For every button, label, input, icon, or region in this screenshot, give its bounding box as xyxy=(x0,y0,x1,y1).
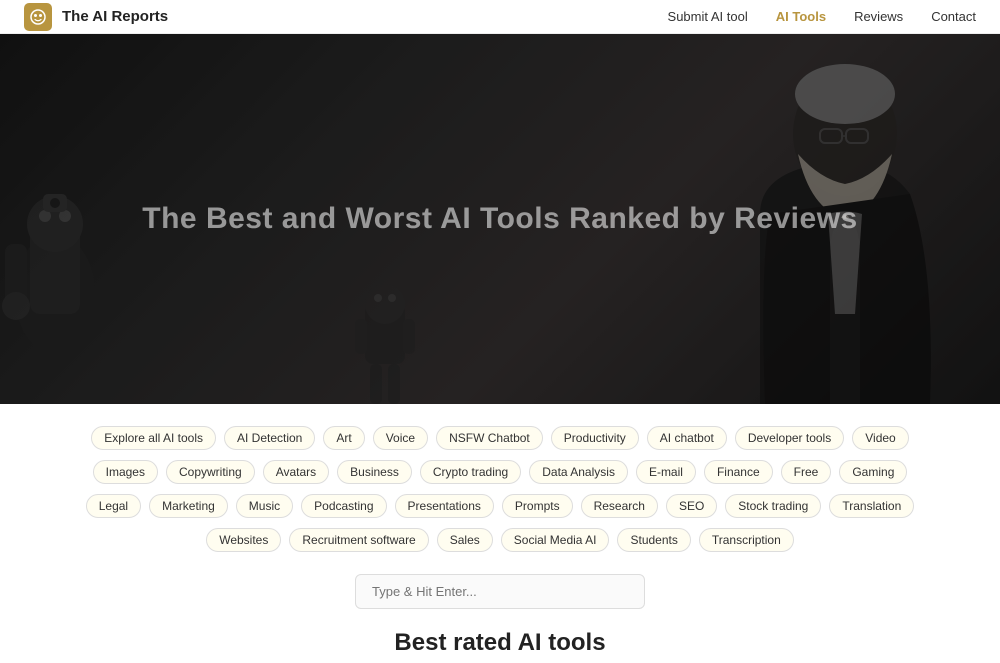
header: The AI Reports Submit AI tool AI Tools R… xyxy=(0,0,1000,34)
search-input[interactable] xyxy=(355,574,645,609)
logo-icon xyxy=(24,3,52,31)
tag-sales[interactable]: Sales xyxy=(437,528,493,552)
nav-ai-tools[interactable]: AI Tools xyxy=(776,9,826,24)
tag-email[interactable]: E-mail xyxy=(636,460,696,484)
tag-free[interactable]: Free xyxy=(781,460,832,484)
logo-text: The AI Reports xyxy=(62,8,168,25)
hero-title: The Best and Worst AI Tools Ranked by Re… xyxy=(142,202,857,236)
tag-translation[interactable]: Translation xyxy=(829,494,914,518)
tag-social-media-ai[interactable]: Social Media AI xyxy=(501,528,610,552)
tags-section: Explore all AI tools AI Detection Art Vo… xyxy=(0,404,1000,562)
tag-explore-all[interactable]: Explore all AI tools xyxy=(91,426,216,450)
tag-finance[interactable]: Finance xyxy=(704,460,773,484)
best-rated-title: Best rated AI tools xyxy=(0,629,1000,657)
best-rated-section: Best rated AI tools xyxy=(0,619,1000,663)
tags-row-1: Explore all AI tools AI Detection Art Vo… xyxy=(91,426,908,450)
tag-stock-trading[interactable]: Stock trading xyxy=(725,494,821,518)
tag-crypto-trading[interactable]: Crypto trading xyxy=(420,460,521,484)
tags-row-2: Images Copywriting Avatars Business Cryp… xyxy=(93,460,908,484)
tag-research[interactable]: Research xyxy=(581,494,658,518)
nav-contact[interactable]: Contact xyxy=(931,9,976,24)
tag-presentations[interactable]: Presentations xyxy=(395,494,494,518)
tag-ai-chatbot[interactable]: AI chatbot xyxy=(647,426,727,450)
tag-data-analysis[interactable]: Data Analysis xyxy=(529,460,628,484)
tags-row-4: Websites Recruitment software Sales Soci… xyxy=(206,528,794,552)
tag-gaming[interactable]: Gaming xyxy=(839,460,907,484)
nav-submit-ai-tool[interactable]: Submit AI tool xyxy=(668,9,748,24)
search-section xyxy=(0,562,1000,619)
tag-transcription[interactable]: Transcription xyxy=(699,528,794,552)
hero-section: The Best and Worst AI Tools Ranked by Re… xyxy=(0,34,1000,404)
tag-marketing[interactable]: Marketing xyxy=(149,494,228,518)
tag-prompts[interactable]: Prompts xyxy=(502,494,573,518)
tag-developer-tools[interactable]: Developer tools xyxy=(735,426,844,450)
tag-nsfw-chatbot[interactable]: NSFW Chatbot xyxy=(436,426,543,450)
tags-row-3: Legal Marketing Music Podcasting Present… xyxy=(86,494,915,518)
tag-video[interactable]: Video xyxy=(852,426,908,450)
tag-podcasting[interactable]: Podcasting xyxy=(301,494,386,518)
tag-music[interactable]: Music xyxy=(236,494,293,518)
main-nav: Submit AI tool AI Tools Reviews Contact xyxy=(668,9,976,24)
tag-images[interactable]: Images xyxy=(93,460,158,484)
tag-art[interactable]: Art xyxy=(323,426,364,450)
logo[interactable]: The AI Reports xyxy=(24,3,168,31)
tag-avatars[interactable]: Avatars xyxy=(263,460,329,484)
tag-copywriting[interactable]: Copywriting xyxy=(166,460,255,484)
tag-business[interactable]: Business xyxy=(337,460,412,484)
tag-seo[interactable]: SEO xyxy=(666,494,717,518)
nav-reviews[interactable]: Reviews xyxy=(854,9,903,24)
tag-voice[interactable]: Voice xyxy=(373,426,428,450)
tag-ai-detection[interactable]: AI Detection xyxy=(224,426,315,450)
tag-legal[interactable]: Legal xyxy=(86,494,141,518)
tag-productivity[interactable]: Productivity xyxy=(551,426,639,450)
tag-students[interactable]: Students xyxy=(617,528,690,552)
hero-content: The Best and Worst AI Tools Ranked by Re… xyxy=(0,34,1000,404)
tag-websites[interactable]: Websites xyxy=(206,528,281,552)
tag-recruitment-software[interactable]: Recruitment software xyxy=(289,528,428,552)
